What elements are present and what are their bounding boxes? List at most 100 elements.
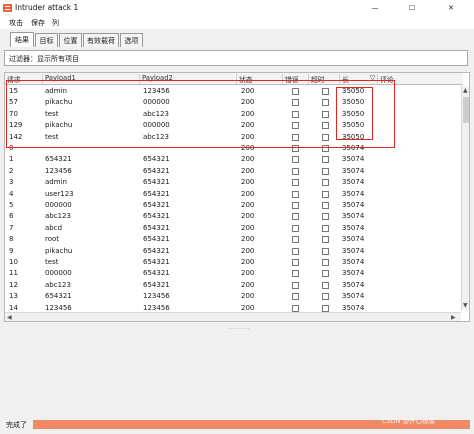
cell-payload2: 654321 <box>143 189 170 198</box>
cell-payload1: abcd <box>45 223 63 232</box>
menu-save[interactable]: 保存 <box>31 18 45 28</box>
timeout-checkbox <box>322 247 329 255</box>
timeout-checkbox <box>322 202 329 209</box>
cell-length: 35074 <box>342 258 365 266</box>
column-header-request[interactable]: 请求 <box>5 74 43 84</box>
table-row[interactable]: 9 pikachu 654321 200 35074 <box>5 246 463 257</box>
filter-bar[interactable]: 过滤器：显示所有项目 <box>4 50 468 66</box>
table-row[interactable]: 11 000000 654321 200 35074 <box>5 268 463 279</box>
cell-payload1: admin <box>45 178 67 187</box>
table-row[interactable]: 7 abcd 654321 200 35074 <box>5 223 463 234</box>
cell-status: 200 <box>241 258 255 266</box>
table-row[interactable]: 142 test abc123 200 35050 <box>5 132 463 143</box>
cell-length: 35050 <box>342 87 365 95</box>
table-header: 请求 Payload1 Payload2 状态 错误 超时 长 ▽ 评论 <box>5 73 463 85</box>
error-checkbox <box>292 133 299 141</box>
error-checkbox <box>292 167 299 175</box>
cell-request: 6 <box>9 212 14 221</box>
cell-payload2: 000000 <box>143 121 170 130</box>
menu-bar: 攻击 保存 列 <box>0 16 474 29</box>
table-row[interactable]: 0 200 35074 <box>5 143 463 154</box>
tab-results[interactable]: 结果 <box>10 32 34 47</box>
error-checkbox <box>292 179 299 187</box>
timeout-checkbox <box>322 190 329 198</box>
horizontal-scrollbar[interactable]: ◀ ▶ <box>5 312 461 321</box>
column-header-comment[interactable]: 评论 <box>378 74 438 84</box>
cell-status: 200 <box>241 178 255 187</box>
cell-payload2: 123456 <box>143 303 170 312</box>
cell-request: 142 <box>9 132 23 141</box>
cell-length: 35074 <box>342 280 365 289</box>
cell-request: 10 <box>9 258 18 266</box>
menu-attack[interactable]: 攻击 <box>9 18 23 28</box>
cell-status: 200 <box>241 201 255 209</box>
cell-payload1: 654321 <box>45 155 72 164</box>
cell-request: 9 <box>9 246 14 255</box>
timeout-checkbox <box>322 145 329 152</box>
cell-payload1: pikachu <box>45 121 73 130</box>
column-header-payload2[interactable]: Payload2 <box>140 74 237 84</box>
cell-status: 200 <box>241 121 255 130</box>
cell-payload2: 654321 <box>143 212 170 221</box>
minimize-button[interactable]: — <box>360 0 390 16</box>
table-row[interactable]: 15 admin 123456 200 35050 <box>5 86 463 97</box>
cell-status: 200 <box>241 280 255 289</box>
column-header-error[interactable]: 错误 <box>283 74 309 84</box>
error-checkbox <box>292 247 299 255</box>
column-header-length[interactable]: 长 ▽ <box>340 74 378 84</box>
table-row[interactable]: 10 test 654321 200 35074 <box>5 257 463 268</box>
error-checkbox <box>292 259 299 266</box>
timeout-checkbox <box>322 133 329 141</box>
cell-payload2: 654321 <box>143 166 170 175</box>
error-checkbox <box>292 122 299 130</box>
cell-status: 200 <box>241 223 255 232</box>
cell-length: 35074 <box>342 144 365 152</box>
status-text: 完成了 <box>6 421 27 429</box>
vertical-scrollbar[interactable]: ▲ ▼ <box>461 86 469 310</box>
cell-status: 200 <box>241 246 255 255</box>
cell-payload2: 654321 <box>143 235 170 244</box>
cell-payload1: 123456 <box>45 303 72 312</box>
table-row[interactable]: 3 admin 654321 200 35074 <box>5 177 463 188</box>
table-row[interactable]: 1 654321 654321 200 35074 <box>5 154 463 165</box>
table-row[interactable]: 8 root 654321 200 35074 <box>5 234 463 245</box>
splitter-handle[interactable]: ········· <box>224 326 254 332</box>
cell-length: 35074 <box>342 212 365 221</box>
scroll-thumb[interactable] <box>463 97 469 123</box>
table-row[interactable]: 4 user123 654321 200 35074 <box>5 189 463 200</box>
table-row[interactable]: 6 abc123 654321 200 35074 <box>5 211 463 222</box>
scroll-up-icon[interactable]: ▲ <box>463 87 468 94</box>
table-row[interactable]: 13 654321 123456 200 35074 <box>5 291 463 302</box>
timeout-checkbox <box>322 156 329 164</box>
column-header-timeout[interactable]: 超时 <box>309 74 340 84</box>
status-bar: 完成了 CSDN @开心极客 <box>0 414 474 434</box>
tab-target[interactable]: 目标 <box>35 33 58 47</box>
cell-length: 35074 <box>342 292 365 301</box>
table-row[interactable]: 57 pikachu 000000 200 35050 <box>5 97 463 108</box>
burp-icon <box>3 4 12 12</box>
cell-payload1: 000000 <box>45 269 72 278</box>
tab-payloads[interactable]: 有效载荷 <box>83 33 119 47</box>
scroll-down-icon[interactable]: ▼ <box>463 302 468 309</box>
tab-options[interactable]: 选项 <box>120 33 143 47</box>
close-button[interactable]: ✕ <box>436 0 466 16</box>
menu-columns[interactable]: 列 <box>52 18 59 28</box>
table-row[interactable]: 129 pikachu 000000 200 35050 <box>5 120 463 131</box>
cell-status: 200 <box>241 292 255 301</box>
table-row[interactable]: 12 abc123 654321 200 35074 <box>5 280 463 291</box>
table-row[interactable]: 70 test abc123 200 35050 <box>5 109 463 120</box>
column-header-payload1[interactable]: Payload1 <box>43 74 140 84</box>
cell-length: 35074 <box>342 189 365 198</box>
cell-payload1: abc123 <box>45 212 71 221</box>
lower-panel: ········· <box>4 326 470 410</box>
column-header-status[interactable]: 状态 <box>237 74 283 84</box>
table-row[interactable]: 2 123456 654321 200 35074 <box>5 166 463 177</box>
table-row[interactable]: 5 000000 654321 200 35074 <box>5 200 463 211</box>
cell-length: 35074 <box>342 269 365 278</box>
timeout-checkbox <box>322 213 329 221</box>
cell-payload1: pikachu <box>45 98 73 107</box>
scroll-left-icon[interactable]: ◀ <box>7 314 12 321</box>
scroll-right-icon[interactable]: ▶ <box>451 314 456 321</box>
maximize-button[interactable]: ☐ <box>397 0 427 16</box>
tab-positions[interactable]: 位置 <box>59 33 82 47</box>
